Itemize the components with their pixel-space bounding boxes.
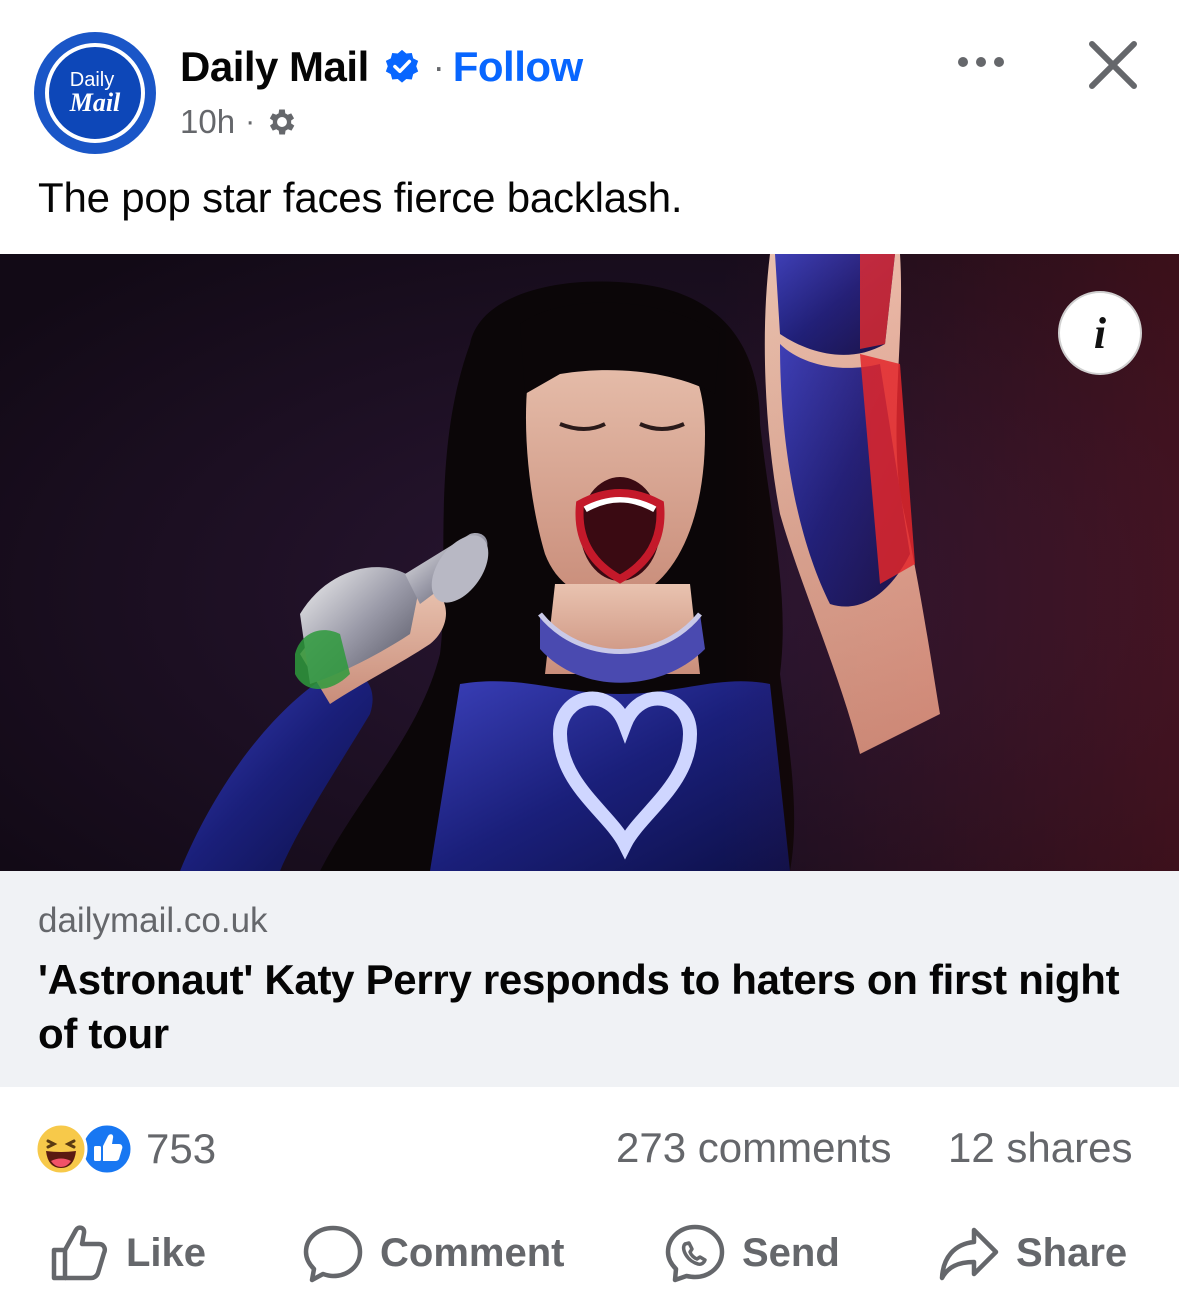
more-dot	[958, 57, 968, 67]
messenger-icon	[665, 1224, 725, 1283]
link-domain: dailymail.co.uk	[38, 901, 268, 940]
link-preview-card[interactable]: dailymail.co.uk 'Astronaut' Katy Perry r…	[0, 871, 1179, 1087]
engagement-stats: 753 273 comments 12 shares	[0, 1110, 1179, 1184]
more-icon[interactable]	[950, 40, 1012, 84]
reactions-summary[interactable]: 753	[34, 1122, 216, 1176]
share-button[interactable]: Share	[938, 1210, 1127, 1296]
avatar-logo-line2: Mail	[69, 88, 121, 117]
name-separator: ·	[432, 46, 445, 87]
page-avatar[interactable]: Daily Mail	[34, 32, 156, 154]
concert-photo	[0, 254, 1179, 871]
reaction-count: 753	[146, 1125, 217, 1172]
share-arrow-icon	[939, 1227, 999, 1281]
post-meta: 10h ·	[180, 102, 299, 142]
follow-button[interactable]: Follow	[453, 43, 583, 91]
send-button[interactable]: Send	[664, 1210, 840, 1296]
comments-count[interactable]: 273 comments	[616, 1124, 891, 1172]
link-headline: 'Astronaut' Katy Perry responds to hater…	[38, 956, 1120, 1057]
like-button[interactable]: Like	[48, 1210, 206, 1296]
name-row: Daily Mail · Follow	[180, 42, 583, 92]
thumbs-up-icon	[51, 1225, 108, 1281]
comment-button[interactable]: Comment	[302, 1210, 564, 1296]
haha-reaction-icon	[34, 1122, 88, 1176]
close-icon[interactable]	[1084, 36, 1142, 94]
verified-badge-icon	[385, 49, 418, 83]
comment-label: Comment	[380, 1230, 565, 1275]
more-dot	[976, 57, 986, 67]
send-label: Send	[742, 1230, 840, 1275]
link-preview-image[interactable]	[0, 254, 1179, 871]
post-header: Daily Mail Daily Mail · Follow 10h ·	[0, 0, 1179, 160]
post-caption: The pop star faces fierce backlash.	[38, 174, 683, 221]
shares-count[interactable]: 12 shares	[948, 1124, 1132, 1172]
info-icon[interactable]: i	[1058, 291, 1142, 375]
page-name[interactable]: Daily Mail	[180, 43, 369, 91]
post-actions: Like Comment Send Share	[0, 1210, 1179, 1300]
avatar-logo-line1: Daily	[69, 69, 115, 91]
comment-icon	[303, 1225, 363, 1283]
gear-icon[interactable]	[265, 105, 299, 139]
share-label: Share	[1016, 1230, 1128, 1275]
post-time[interactable]: 10h	[180, 103, 235, 141]
meta-separator: ·	[245, 105, 256, 138]
like-reaction-icon	[80, 1122, 134, 1176]
info-glyph: i	[1093, 308, 1107, 358]
more-dot	[994, 57, 1004, 67]
avatar-logo: Daily Mail	[45, 43, 145, 143]
like-label: Like	[126, 1230, 207, 1275]
